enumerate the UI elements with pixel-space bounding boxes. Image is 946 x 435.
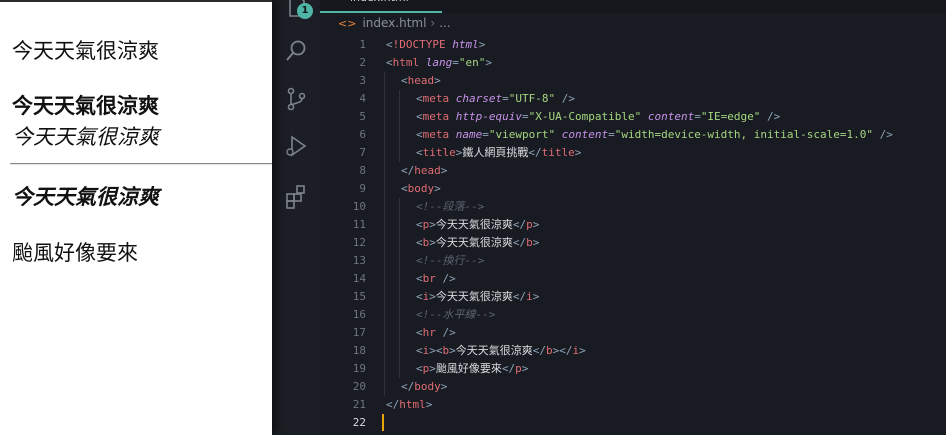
- preview-bold-italic-text: 今天天氣很涼爽: [12, 184, 159, 209]
- notification-badge: 1: [297, 3, 313, 19]
- code-line[interactable]: <hr />: [416, 324, 456, 342]
- run-debug-icon[interactable]: [282, 132, 310, 160]
- line-number: 10: [352, 200, 366, 213]
- code-line[interactable]: </head>: [401, 162, 447, 180]
- preview-italic-text: 今天天氣很涼爽: [12, 125, 159, 149]
- code-line[interactable]: <html lang="en">: [386, 54, 492, 72]
- preview-horizontal-rule: [10, 163, 272, 165]
- indent-guide: [384, 72, 385, 396]
- line-number: 13: [352, 254, 366, 267]
- line-number: 7: [359, 146, 366, 159]
- code-line[interactable]: <!DOCTYPE html>: [386, 36, 485, 54]
- chevron-right-icon: ›: [430, 16, 436, 30]
- line-number: 3: [359, 74, 366, 87]
- line-number: 18: [352, 344, 366, 357]
- line-number: 1: [359, 38, 366, 51]
- code-line[interactable]: <!--段落-->: [416, 198, 484, 216]
- indent-guide: [399, 198, 400, 378]
- html-file-icon: <>: [338, 17, 357, 30]
- line-number: 11: [352, 218, 366, 231]
- tab-label: index.html: [350, 0, 409, 4]
- code-line[interactable]: </html>: [386, 396, 432, 414]
- code-line[interactable]: <body>: [401, 180, 441, 198]
- line-number: 16: [352, 308, 366, 321]
- preview-bold-text: 今天天氣很涼爽: [12, 93, 159, 118]
- line-number: 22: [352, 416, 366, 429]
- source-control-icon[interactable]: [282, 85, 310, 113]
- line-number: 17: [352, 326, 366, 339]
- indent-guide: [399, 90, 400, 162]
- code-line[interactable]: <i><b>今天天氣很涼爽</b></i>: [416, 342, 586, 360]
- tab-index-html[interactable]: index.html: [320, 0, 442, 13]
- code-line[interactable]: <b>今天天氣很涼爽</b>: [416, 234, 539, 252]
- search-icon[interactable]: [282, 37, 310, 65]
- line-number: 2: [359, 56, 366, 69]
- activity-bar: [272, 0, 320, 435]
- code-line[interactable]: <head>: [401, 72, 441, 90]
- line-number: 12: [352, 236, 366, 249]
- text-cursor: [382, 414, 384, 431]
- code-line[interactable]: <meta http-equiv="X-UA-Compatible" conte…: [416, 108, 780, 126]
- breadcrumb-file[interactable]: index.html: [362, 16, 426, 30]
- code-line[interactable]: <meta charset="UTF-8" />: [416, 90, 575, 108]
- preview-paragraph-1: 今天天氣很涼爽: [12, 39, 159, 63]
- line-number: 14: [352, 272, 366, 285]
- code-line[interactable]: </body>: [401, 378, 447, 396]
- tab-strip: index.html: [320, 0, 946, 13]
- code-editor[interactable]: index.html <>index.html›... 123456789101…: [320, 0, 946, 435]
- breadcrumb-more[interactable]: ...: [439, 16, 450, 30]
- code-line[interactable]: <title>鐵人網頁挑戰</title>: [416, 144, 581, 162]
- line-number: 19: [352, 362, 366, 375]
- code-line[interactable]: <meta name="viewport" content="width=dev…: [416, 126, 893, 144]
- preview-paragraph-2: 颱風好像要來: [12, 241, 138, 265]
- line-number: 15: [352, 290, 366, 303]
- line-number: 8: [359, 164, 366, 177]
- line-number: 21: [352, 398, 366, 411]
- line-number: 9: [359, 182, 366, 195]
- browser-preview: 今天天氣很涼爽 今天天氣很涼爽 今天天氣很涼爽 今天天氣很涼爽 颱風好像要來: [0, 0, 272, 435]
- line-number: 5: [359, 110, 366, 123]
- code-line[interactable]: <i>今天天氣很涼爽</i>: [416, 288, 539, 306]
- line-number: 6: [359, 128, 366, 141]
- code-line[interactable]: <!--換行-->: [416, 252, 484, 270]
- breadcrumb[interactable]: <> index.html ›...: [338, 16, 451, 34]
- line-number: 20: [352, 380, 366, 393]
- code-line[interactable]: <p>颱風好像要來</p>: [416, 360, 528, 378]
- code-line[interactable]: <br />: [416, 270, 456, 288]
- line-number: 4: [359, 92, 366, 105]
- code-line[interactable]: <!--水平線-->: [416, 306, 495, 324]
- code-line[interactable]: <p>今天天氣很涼爽</p>: [416, 216, 539, 234]
- extensions-icon[interactable]: [282, 182, 310, 210]
